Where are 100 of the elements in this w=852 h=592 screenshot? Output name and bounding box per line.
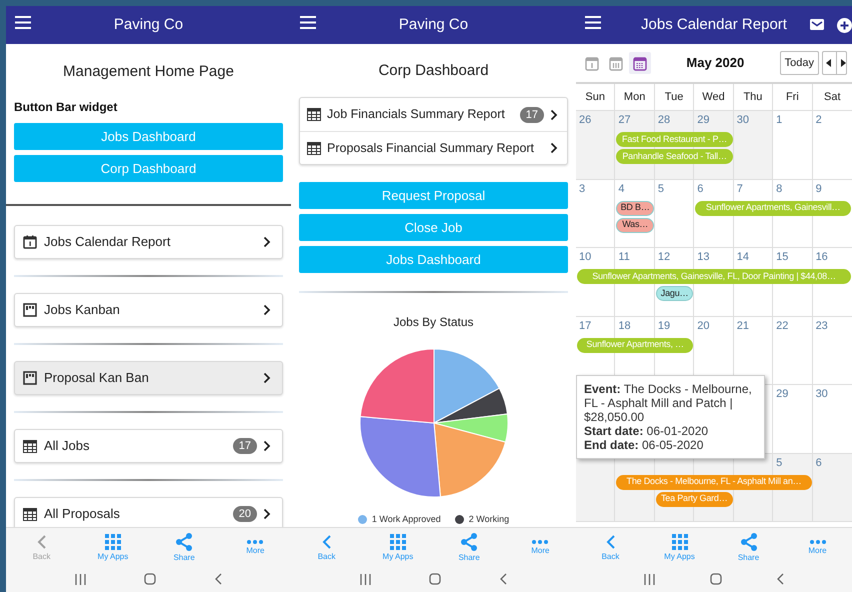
grid-icon <box>390 534 406 550</box>
envelope-icon[interactable] <box>810 19 824 30</box>
report-item[interactable]: Proposals Financial Summary Report <box>300 131 567 164</box>
board-icon <box>23 303 37 317</box>
home-icon[interactable] <box>144 573 156 585</box>
event-bar[interactable]: Tea Party Gard… <box>656 492 733 506</box>
day-number: 3 <box>579 182 586 194</box>
day-number: 14 <box>736 251 749 263</box>
nav-more-button[interactable]: More <box>504 528 576 566</box>
back-icon <box>606 534 616 550</box>
day-number: 12 <box>658 251 670 263</box>
day-number: 16 <box>816 251 828 263</box>
grid-icon <box>104 534 121 550</box>
share-icon <box>740 532 758 550</box>
day-number: 26 <box>579 114 592 126</box>
count-badge: 20 <box>232 506 257 522</box>
menu-item[interactable]: Proposal Kan Ban <box>14 361 283 395</box>
nav-share-button[interactable]: Share <box>148 528 220 566</box>
event-bar[interactable]: Jagu… <box>656 286 694 301</box>
tooltip-text: End date: 06-05-2020 <box>584 438 704 452</box>
more-icon <box>247 540 264 544</box>
nav-apps-button[interactable]: My Apps <box>362 528 434 566</box>
day-number: 28 <box>658 114 670 126</box>
day-number: 21 <box>736 320 749 332</box>
menu-icon[interactable] <box>300 16 316 29</box>
tooltip-text: Event: The Docks - Melbourne, FL - Asphalt Mill and Patch | $28,050.00 <box>584 382 753 424</box>
nav-apps-button[interactable]: My Apps <box>645 528 714 566</box>
day-number: 20 <box>697 320 710 332</box>
grid-icon <box>672 534 688 550</box>
day-number: 8 <box>776 182 782 194</box>
nav-back-button[interactable]: Back <box>291 528 362 566</box>
recent-apps-icon[interactable] <box>75 574 86 584</box>
app-title: Jobs Calendar Report <box>641 14 787 35</box>
event-bar[interactable]: The Docks - Melbourne, FL - Asphalt Mill an… <box>616 474 812 490</box>
day-number: 17 <box>579 320 592 332</box>
page-heading: Corp Dashboard <box>377 62 490 80</box>
home-icon[interactable] <box>710 573 722 585</box>
menu-item[interactable]: All Jobs 17 <box>14 429 283 463</box>
back-icon[interactable] <box>214 573 222 585</box>
nav-share-button[interactable]: Share <box>714 528 783 566</box>
table-icon <box>307 108 321 121</box>
chevron-icon <box>263 236 271 248</box>
day-number: 11 <box>618 251 630 263</box>
page-heading: Management Home Page <box>62 63 235 81</box>
nav-more-button[interactable]: More <box>220 528 291 566</box>
month-view-icon[interactable] <box>629 52 651 74</box>
share-icon <box>175 532 194 550</box>
table-icon <box>23 508 37 520</box>
event-bar[interactable]: Fast Food Restaurant - P… <box>616 132 733 147</box>
nav-apps-button[interactable]: My Apps <box>77 528 148 566</box>
nav-more-button[interactable]: More <box>783 528 852 566</box>
chevron-icon <box>263 440 271 452</box>
more-icon <box>810 540 826 544</box>
menu-item[interactable]: Jobs Calendar Report <box>14 225 283 259</box>
menu-item[interactable]: All Proposals 20 <box>14 497 283 527</box>
home-icon[interactable] <box>429 573 442 585</box>
back-icon[interactable] <box>500 573 507 585</box>
day-number: 30 <box>816 388 828 400</box>
chart-title: Jobs By Status <box>393 314 474 331</box>
menu-icon[interactable] <box>585 16 601 29</box>
month-label: May 2020 <box>686 54 744 72</box>
chevron-icon <box>263 304 271 316</box>
report-item[interactable]: Job Financials Summary Report 17 <box>300 98 567 131</box>
event-bar[interactable]: Sunflower Apartments, Gainesvill… <box>695 200 851 216</box>
chevron-icon <box>263 372 271 384</box>
chevron-icon <box>550 108 558 120</box>
count-badge: 17 <box>232 438 257 454</box>
action-button[interactable]: Close Job <box>299 214 568 241</box>
triangle-left-icon <box>826 59 832 67</box>
action-button[interactable]: Jobs Dashboard <box>299 246 568 273</box>
menu-icon[interactable] <box>15 16 31 29</box>
day-number: 30 <box>736 114 749 126</box>
nav-back-button[interactable]: Back <box>576 528 645 566</box>
recent-apps-icon[interactable] <box>644 574 655 584</box>
day-number: 18 <box>618 320 631 332</box>
day-number: 29 <box>697 114 710 126</box>
day-number: 10 <box>579 251 592 263</box>
day-number: 4 <box>618 182 625 194</box>
add-icon[interactable] <box>837 18 852 33</box>
menu-item[interactable]: Jobs Kanban <box>14 293 283 327</box>
recent-apps-icon[interactable] <box>360 574 372 584</box>
day-number: 2 <box>816 114 822 126</box>
event-bar[interactable]: Panhandle Seafood - Tall… <box>616 149 733 164</box>
day-number: 7 <box>736 182 743 194</box>
more-icon <box>532 540 548 544</box>
day-number: 9 <box>816 182 822 194</box>
table-icon <box>23 440 37 452</box>
triangle-right-icon <box>840 59 846 67</box>
action-button[interactable]: Corp Dashboard <box>14 155 283 182</box>
nav-share-button[interactable]: Share <box>434 528 505 566</box>
back-icon[interactable] <box>777 573 784 585</box>
day-number: 19 <box>658 320 670 332</box>
event-bar[interactable]: Sunflower Apartments, … <box>577 338 694 352</box>
calendar-icon <box>23 235 37 249</box>
action-button[interactable]: Jobs Dashboard <box>14 123 283 150</box>
today-button[interactable]: Today <box>780 51 819 75</box>
widget-label: Button Bar widget <box>14 100 118 114</box>
day-number: 6 <box>697 182 704 194</box>
event-bar[interactable]: Sunflower Apartments, Gainesville, FL, Door Painting | $44,08… <box>577 269 851 284</box>
action-button[interactable]: Request Proposal <box>299 182 568 209</box>
